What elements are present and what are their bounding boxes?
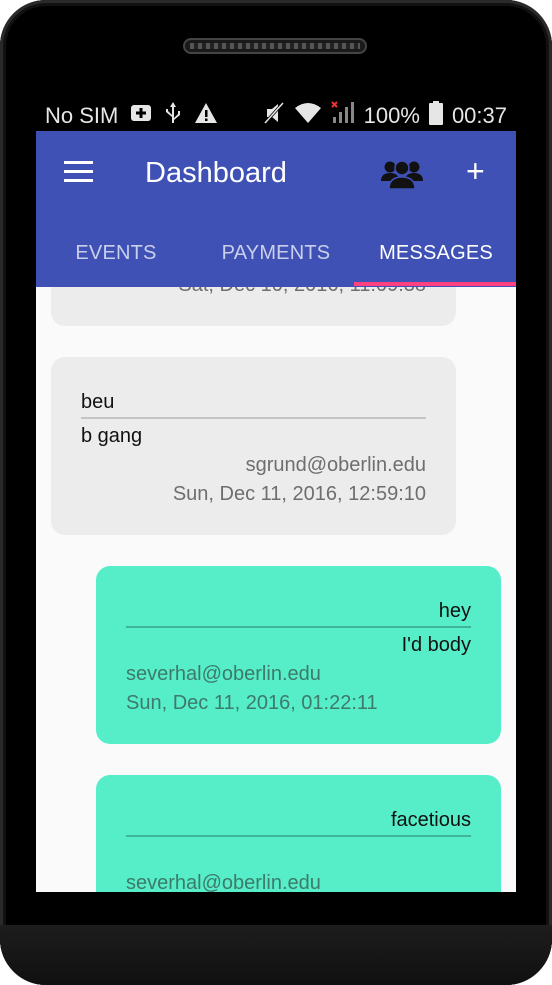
- tab-messages[interactable]: MESSAGES: [356, 233, 516, 287]
- bottom-bezel: [0, 925, 552, 985]
- screen: No SIM 100% 00:37 Dashboard + EVENTS PAY…: [36, 94, 516, 892]
- message-card[interactable]: facetious severhal@oberlin.edu: [96, 775, 501, 892]
- message-sender: severhal@oberlin.edu: [126, 872, 321, 892]
- tab-bar: EVENTS PAYMENTS MESSAGES: [36, 233, 516, 287]
- message-subject: beu: [81, 391, 115, 413]
- message-sender: severhal@oberlin.edu: [126, 663, 321, 685]
- tab-events[interactable]: EVENTS: [36, 233, 196, 287]
- message-subject: hey: [438, 600, 471, 622]
- warning-icon: [194, 102, 218, 130]
- mute-icon: [263, 101, 285, 131]
- subject-divider: [126, 626, 471, 628]
- message-timestamp: Sun, Dec 11, 2016, 12:59:10: [172, 483, 426, 505]
- carrier-label: No SIM: [45, 103, 119, 128]
- app-bar: Dashboard + EVENTS PAYMENTS MESSAGES: [36, 131, 516, 287]
- subject-divider: [126, 835, 471, 837]
- message-timestamp: Sat, Dec 10, 2016, 11:09:38: [178, 287, 426, 297]
- battery-percent: 100%: [363, 103, 420, 128]
- tab-payments[interactable]: PAYMENTS: [196, 233, 356, 287]
- message-card[interactable]: hey I'd body severhal@oberlin.edu Sun, D…: [96, 566, 501, 744]
- menu-icon[interactable]: [64, 161, 93, 183]
- earpiece-speaker: [183, 38, 367, 54]
- message-subject: facetious: [390, 809, 471, 831]
- message-body: b gang: [81, 425, 143, 447]
- message-card[interactable]: beu b gang sgrund@oberlin.edu Sun, Dec 1…: [51, 357, 456, 535]
- clock: 00:37: [451, 103, 507, 128]
- subject-divider: [81, 417, 426, 419]
- message-body: [126, 843, 471, 866]
- status-bar: No SIM 100% 00:37: [36, 94, 516, 131]
- message-list[interactable]: Sat, Dec 10, 2016, 11:09:38 beu b gang s…: [36, 287, 516, 892]
- notification-plus-icon: [130, 103, 152, 129]
- message-timestamp: Sun, Dec 11, 2016, 01:22:11: [126, 692, 378, 714]
- message-body: I'd body: [401, 634, 471, 656]
- battery-icon: [428, 101, 443, 131]
- message-card[interactable]: Sat, Dec 10, 2016, 11:09:38: [51, 287, 456, 326]
- message-sender: sgrund@oberlin.edu: [245, 454, 426, 476]
- signal-icon: [330, 101, 355, 131]
- add-button[interactable]: +: [466, 155, 485, 187]
- usb-icon: [164, 101, 182, 131]
- wifi-icon: [294, 102, 322, 130]
- phone-frame: No SIM 100% 00:37 Dashboard + EVENTS PAY…: [0, 0, 552, 985]
- group-icon[interactable]: [380, 155, 424, 191]
- active-tab-indicator: [354, 282, 516, 286]
- page-title: Dashboard: [145, 157, 287, 189]
